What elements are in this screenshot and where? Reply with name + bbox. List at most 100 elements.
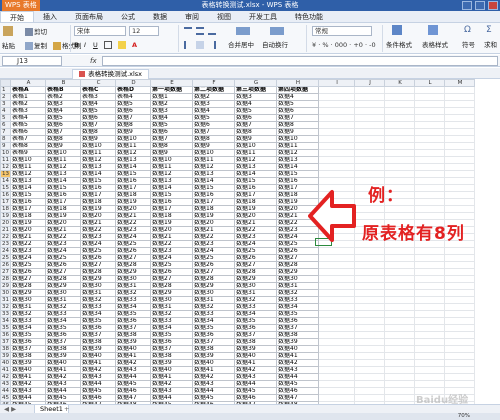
cell[interactable]: 数据33: [45, 310, 81, 318]
cell[interactable]: 数据37: [234, 331, 277, 339]
cell[interactable]: 表格9: [10, 149, 46, 157]
cell[interactable]: 数据30: [234, 282, 277, 290]
column-header[interactable]: J: [354, 79, 385, 87]
cell[interactable]: 数据38: [150, 352, 193, 360]
cell[interactable]: 数据42: [80, 366, 116, 374]
cell[interactable]: 数据44: [234, 380, 277, 388]
cell[interactable]: 数据25: [10, 261, 46, 269]
font-color-button[interactable]: A: [132, 40, 137, 50]
cell[interactable]: [414, 296, 445, 304]
cell[interactable]: [384, 128, 415, 136]
cell[interactable]: 数据13: [10, 177, 46, 185]
cell[interactable]: 数据7: [115, 114, 151, 122]
cell[interactable]: [318, 149, 355, 157]
cell[interactable]: 数据32: [10, 310, 46, 318]
cell[interactable]: 数据12: [150, 170, 193, 178]
cell[interactable]: [318, 324, 355, 332]
italic-button[interactable]: I: [84, 40, 86, 50]
cell[interactable]: [444, 93, 475, 101]
row-header[interactable]: 41: [0, 366, 11, 374]
cell[interactable]: [318, 268, 355, 276]
cell[interactable]: [384, 366, 415, 374]
cell[interactable]: [384, 100, 415, 108]
column-header[interactable]: L: [414, 79, 445, 87]
cell[interactable]: [444, 114, 475, 122]
cell[interactable]: [318, 93, 355, 101]
cell[interactable]: [444, 331, 475, 339]
cell[interactable]: [384, 296, 415, 304]
cell[interactable]: 数据6: [234, 114, 277, 122]
cell[interactable]: [354, 338, 385, 346]
cell[interactable]: [318, 366, 355, 374]
align-right-button[interactable]: [208, 40, 217, 50]
cell[interactable]: [318, 289, 355, 297]
cell[interactable]: [414, 100, 445, 108]
cell[interactable]: 数据27: [192, 268, 235, 276]
cell[interactable]: 数据22: [115, 219, 151, 227]
cell[interactable]: [414, 380, 445, 388]
cell[interactable]: 数据14: [80, 170, 116, 178]
cell[interactable]: 数据26: [150, 268, 193, 276]
cell[interactable]: 数据43: [276, 366, 319, 374]
row-header[interactable]: 11: [0, 156, 11, 164]
cell[interactable]: [384, 394, 415, 402]
cell[interactable]: 数据37: [10, 345, 46, 353]
cell[interactable]: [384, 121, 415, 129]
row-header[interactable]: 9: [0, 142, 11, 150]
cell[interactable]: 数据12: [80, 156, 116, 164]
cell[interactable]: 数据14: [150, 184, 193, 192]
cell[interactable]: [384, 268, 415, 276]
cell[interactable]: 数据41: [80, 359, 116, 367]
cell[interactable]: 数据31: [10, 303, 46, 311]
row-header[interactable]: 25: [0, 254, 11, 262]
row-header[interactable]: 20: [0, 219, 11, 227]
cell[interactable]: [444, 303, 475, 311]
cell[interactable]: 数据36: [115, 317, 151, 325]
cell[interactable]: [354, 310, 385, 318]
cell[interactable]: 表格D: [115, 86, 151, 94]
cell[interactable]: 数据13: [80, 163, 116, 171]
cell[interactable]: 数据7: [45, 128, 81, 136]
cell[interactable]: [318, 394, 355, 402]
cell[interactable]: 数据47: [276, 394, 319, 402]
cell[interactable]: 数据4: [234, 100, 277, 108]
column-header[interactable]: F: [192, 79, 235, 87]
cell[interactable]: 数据20: [192, 219, 235, 227]
column-header[interactable]: B: [45, 79, 81, 87]
cell[interactable]: 数据34: [45, 317, 81, 325]
cell[interactable]: 数据2: [150, 100, 193, 108]
cell[interactable]: 数据35: [10, 331, 46, 339]
cell[interactable]: [414, 289, 445, 297]
cell[interactable]: [318, 86, 355, 94]
cell[interactable]: [354, 149, 385, 157]
cell[interactable]: 数据7: [234, 121, 277, 129]
cell[interactable]: 数据36: [234, 324, 277, 332]
row-header[interactable]: 37: [0, 338, 11, 346]
cell[interactable]: 数据38: [276, 331, 319, 339]
cell[interactable]: 数据28: [115, 261, 151, 269]
cell[interactable]: 数据16: [192, 191, 235, 199]
cell[interactable]: 数据27: [115, 254, 151, 262]
cell[interactable]: 数据4: [192, 107, 235, 115]
cell[interactable]: 数据22: [80, 226, 116, 234]
cell[interactable]: 数据40: [150, 366, 193, 374]
cell[interactable]: 数据19: [115, 198, 151, 206]
cell[interactable]: 数据16: [80, 184, 116, 192]
cell[interactable]: 数据44: [45, 387, 81, 395]
row-header[interactable]: 38: [0, 345, 11, 353]
cell[interactable]: [354, 303, 385, 311]
cell[interactable]: 数据29: [45, 282, 81, 290]
cell[interactable]: 数据38: [234, 338, 277, 346]
cell[interactable]: 数据24: [115, 233, 151, 241]
cell[interactable]: 数据33: [234, 303, 277, 311]
cell[interactable]: 数据10: [80, 142, 116, 150]
cell[interactable]: [354, 86, 385, 94]
cell[interactable]: 数据22: [150, 240, 193, 248]
cell[interactable]: 数据17: [45, 198, 81, 206]
cell[interactable]: 数据21: [234, 219, 277, 227]
cell[interactable]: 数据30: [150, 296, 193, 304]
cell[interactable]: [318, 296, 355, 304]
cell[interactable]: 数据11: [115, 142, 151, 150]
cell[interactable]: [444, 373, 475, 381]
cell[interactable]: 数据32: [80, 296, 116, 304]
